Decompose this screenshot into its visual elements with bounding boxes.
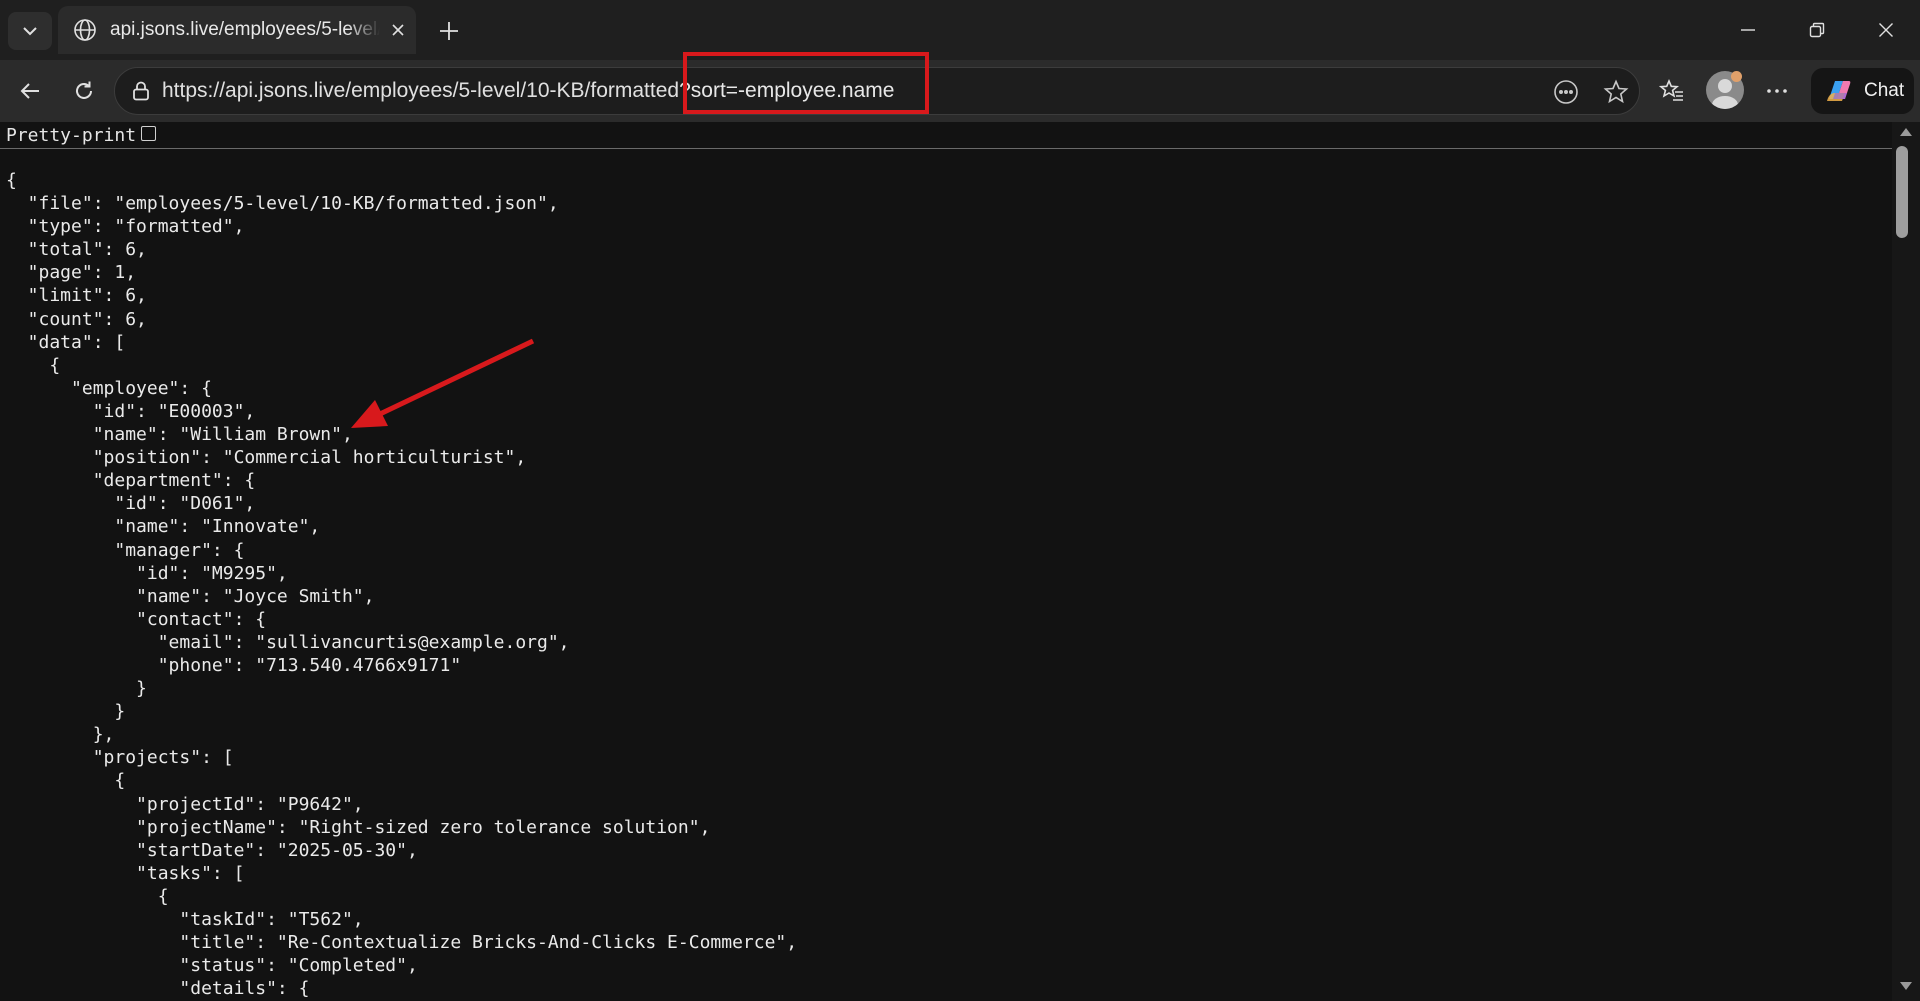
tab-title: api.jsons.live/employees/5-level/10-KB/f… bbox=[110, 19, 380, 40]
refresh-icon bbox=[76, 81, 92, 99]
vertical-scrollbar[interactable] bbox=[1892, 122, 1920, 1001]
json-line: "id": "E00003", bbox=[6, 400, 256, 422]
scroll-up-arrow-icon[interactable] bbox=[1900, 128, 1912, 136]
json-line: "type": "formatted", bbox=[6, 216, 245, 238]
json-line: "contact": { bbox=[6, 608, 267, 630]
json-line: "position": "Commercial horticulturist", bbox=[6, 447, 527, 469]
tab-close-button[interactable] bbox=[384, 16, 412, 44]
json-line: "employee": { bbox=[6, 377, 212, 399]
json-line: "details": { bbox=[6, 978, 310, 1000]
json-line: }, bbox=[6, 724, 115, 746]
json-line: "projectId": "P9642", bbox=[6, 793, 364, 815]
json-line: "tasks": [ bbox=[6, 862, 245, 884]
pretty-print-label: Pretty-print bbox=[6, 125, 137, 146]
star-list-icon bbox=[1659, 78, 1683, 101]
json-line: "total": 6, bbox=[6, 239, 147, 261]
close-window-button[interactable] bbox=[1858, 8, 1914, 52]
scroll-down-arrow-icon[interactable] bbox=[1900, 982, 1912, 990]
new-tab-button[interactable] bbox=[430, 12, 468, 50]
url-query-highlight-box bbox=[683, 52, 929, 114]
json-line: "name": "William Brown", bbox=[6, 424, 353, 446]
favorites-button[interactable] bbox=[1652, 71, 1692, 111]
restore-button[interactable] bbox=[1789, 8, 1845, 52]
globe-icon bbox=[72, 17, 98, 43]
refresh-button[interactable] bbox=[64, 71, 104, 111]
json-line: { bbox=[6, 770, 126, 792]
page-content: Pretty-print { "file": "employees/5-leve… bbox=[0, 122, 1920, 1001]
minimize-icon bbox=[1741, 29, 1755, 31]
close-icon bbox=[1879, 23, 1893, 37]
back-button[interactable] bbox=[10, 71, 50, 111]
json-line: "name": "Joyce Smith", bbox=[6, 585, 375, 607]
tab-strip: api.jsons.live/employees/5-level/10-KB/f… bbox=[0, 0, 1920, 60]
json-line: } bbox=[6, 678, 147, 700]
arrow-left-icon bbox=[20, 83, 39, 99]
more-icon bbox=[1767, 89, 1787, 93]
json-line: "id": "M9295", bbox=[6, 562, 288, 584]
active-tab[interactable]: api.jsons.live/employees/5-level/10-KB/f… bbox=[58, 6, 416, 54]
tab-list-button[interactable] bbox=[8, 12, 52, 50]
json-line: "status": "Completed", bbox=[6, 955, 418, 977]
browser-toolbar: https://api.jsons.live/employees/5-level… bbox=[0, 60, 1920, 122]
json-line: } bbox=[6, 701, 126, 723]
chat-label: Chat bbox=[1864, 80, 1905, 101]
notification-dot bbox=[1731, 71, 1742, 82]
copilot-chat-button[interactable]: Chat bbox=[1811, 68, 1914, 114]
json-line: "projects": [ bbox=[6, 747, 234, 769]
json-line: "page": 1, bbox=[6, 262, 137, 284]
json-line: "department": { bbox=[6, 470, 256, 492]
star-icon bbox=[1603, 79, 1629, 104]
json-line: "count": 6, bbox=[6, 308, 147, 330]
json-line: "email": "sullivancurtis@example.org", bbox=[6, 631, 570, 653]
close-icon bbox=[392, 24, 404, 36]
ellipsis-circle-icon bbox=[1554, 80, 1578, 104]
json-line: { bbox=[6, 354, 61, 376]
json-line: "startDate": "2025-05-30", bbox=[6, 839, 418, 861]
json-line: "id": "D061", bbox=[6, 493, 256, 515]
reading-mode-button[interactable] bbox=[1551, 77, 1581, 107]
chevron-down-icon bbox=[23, 27, 37, 36]
scroll-thumb[interactable] bbox=[1896, 146, 1908, 238]
json-line: "name": "Innovate", bbox=[6, 516, 321, 538]
lock-icon bbox=[133, 81, 149, 101]
restore-icon bbox=[1809, 22, 1825, 38]
json-line: "title": "Re-Contextualize Bricks-And-Cl… bbox=[6, 932, 798, 954]
json-line: "data": [ bbox=[6, 331, 126, 353]
url-main: https://api.jsons.live/employees/5-level… bbox=[162, 79, 680, 102]
pretty-print-bar: Pretty-print bbox=[0, 122, 1892, 149]
more-button[interactable] bbox=[1757, 71, 1797, 111]
favorite-button[interactable] bbox=[1601, 77, 1631, 107]
json-line: "file": "employees/5-level/10-KB/formatt… bbox=[6, 193, 559, 215]
pretty-print-checkbox[interactable] bbox=[141, 126, 156, 141]
plus-icon bbox=[440, 22, 458, 40]
minimize-button[interactable] bbox=[1720, 8, 1776, 52]
json-line: "projectName": "Right-sized zero toleran… bbox=[6, 816, 711, 838]
json-line: { bbox=[6, 170, 17, 191]
copilot-icon bbox=[1827, 81, 1851, 101]
json-line: { bbox=[6, 885, 169, 907]
json-line: "limit": 6, bbox=[6, 285, 147, 307]
json-line: "taskId": "T562", bbox=[6, 909, 364, 930]
json-line: "manager": { bbox=[6, 539, 245, 561]
json-line: "phone": "713.540.4766x9171" bbox=[6, 654, 462, 676]
json-content: { "file": "employees/5-level/10-KB/forma… bbox=[6, 169, 797, 1000]
